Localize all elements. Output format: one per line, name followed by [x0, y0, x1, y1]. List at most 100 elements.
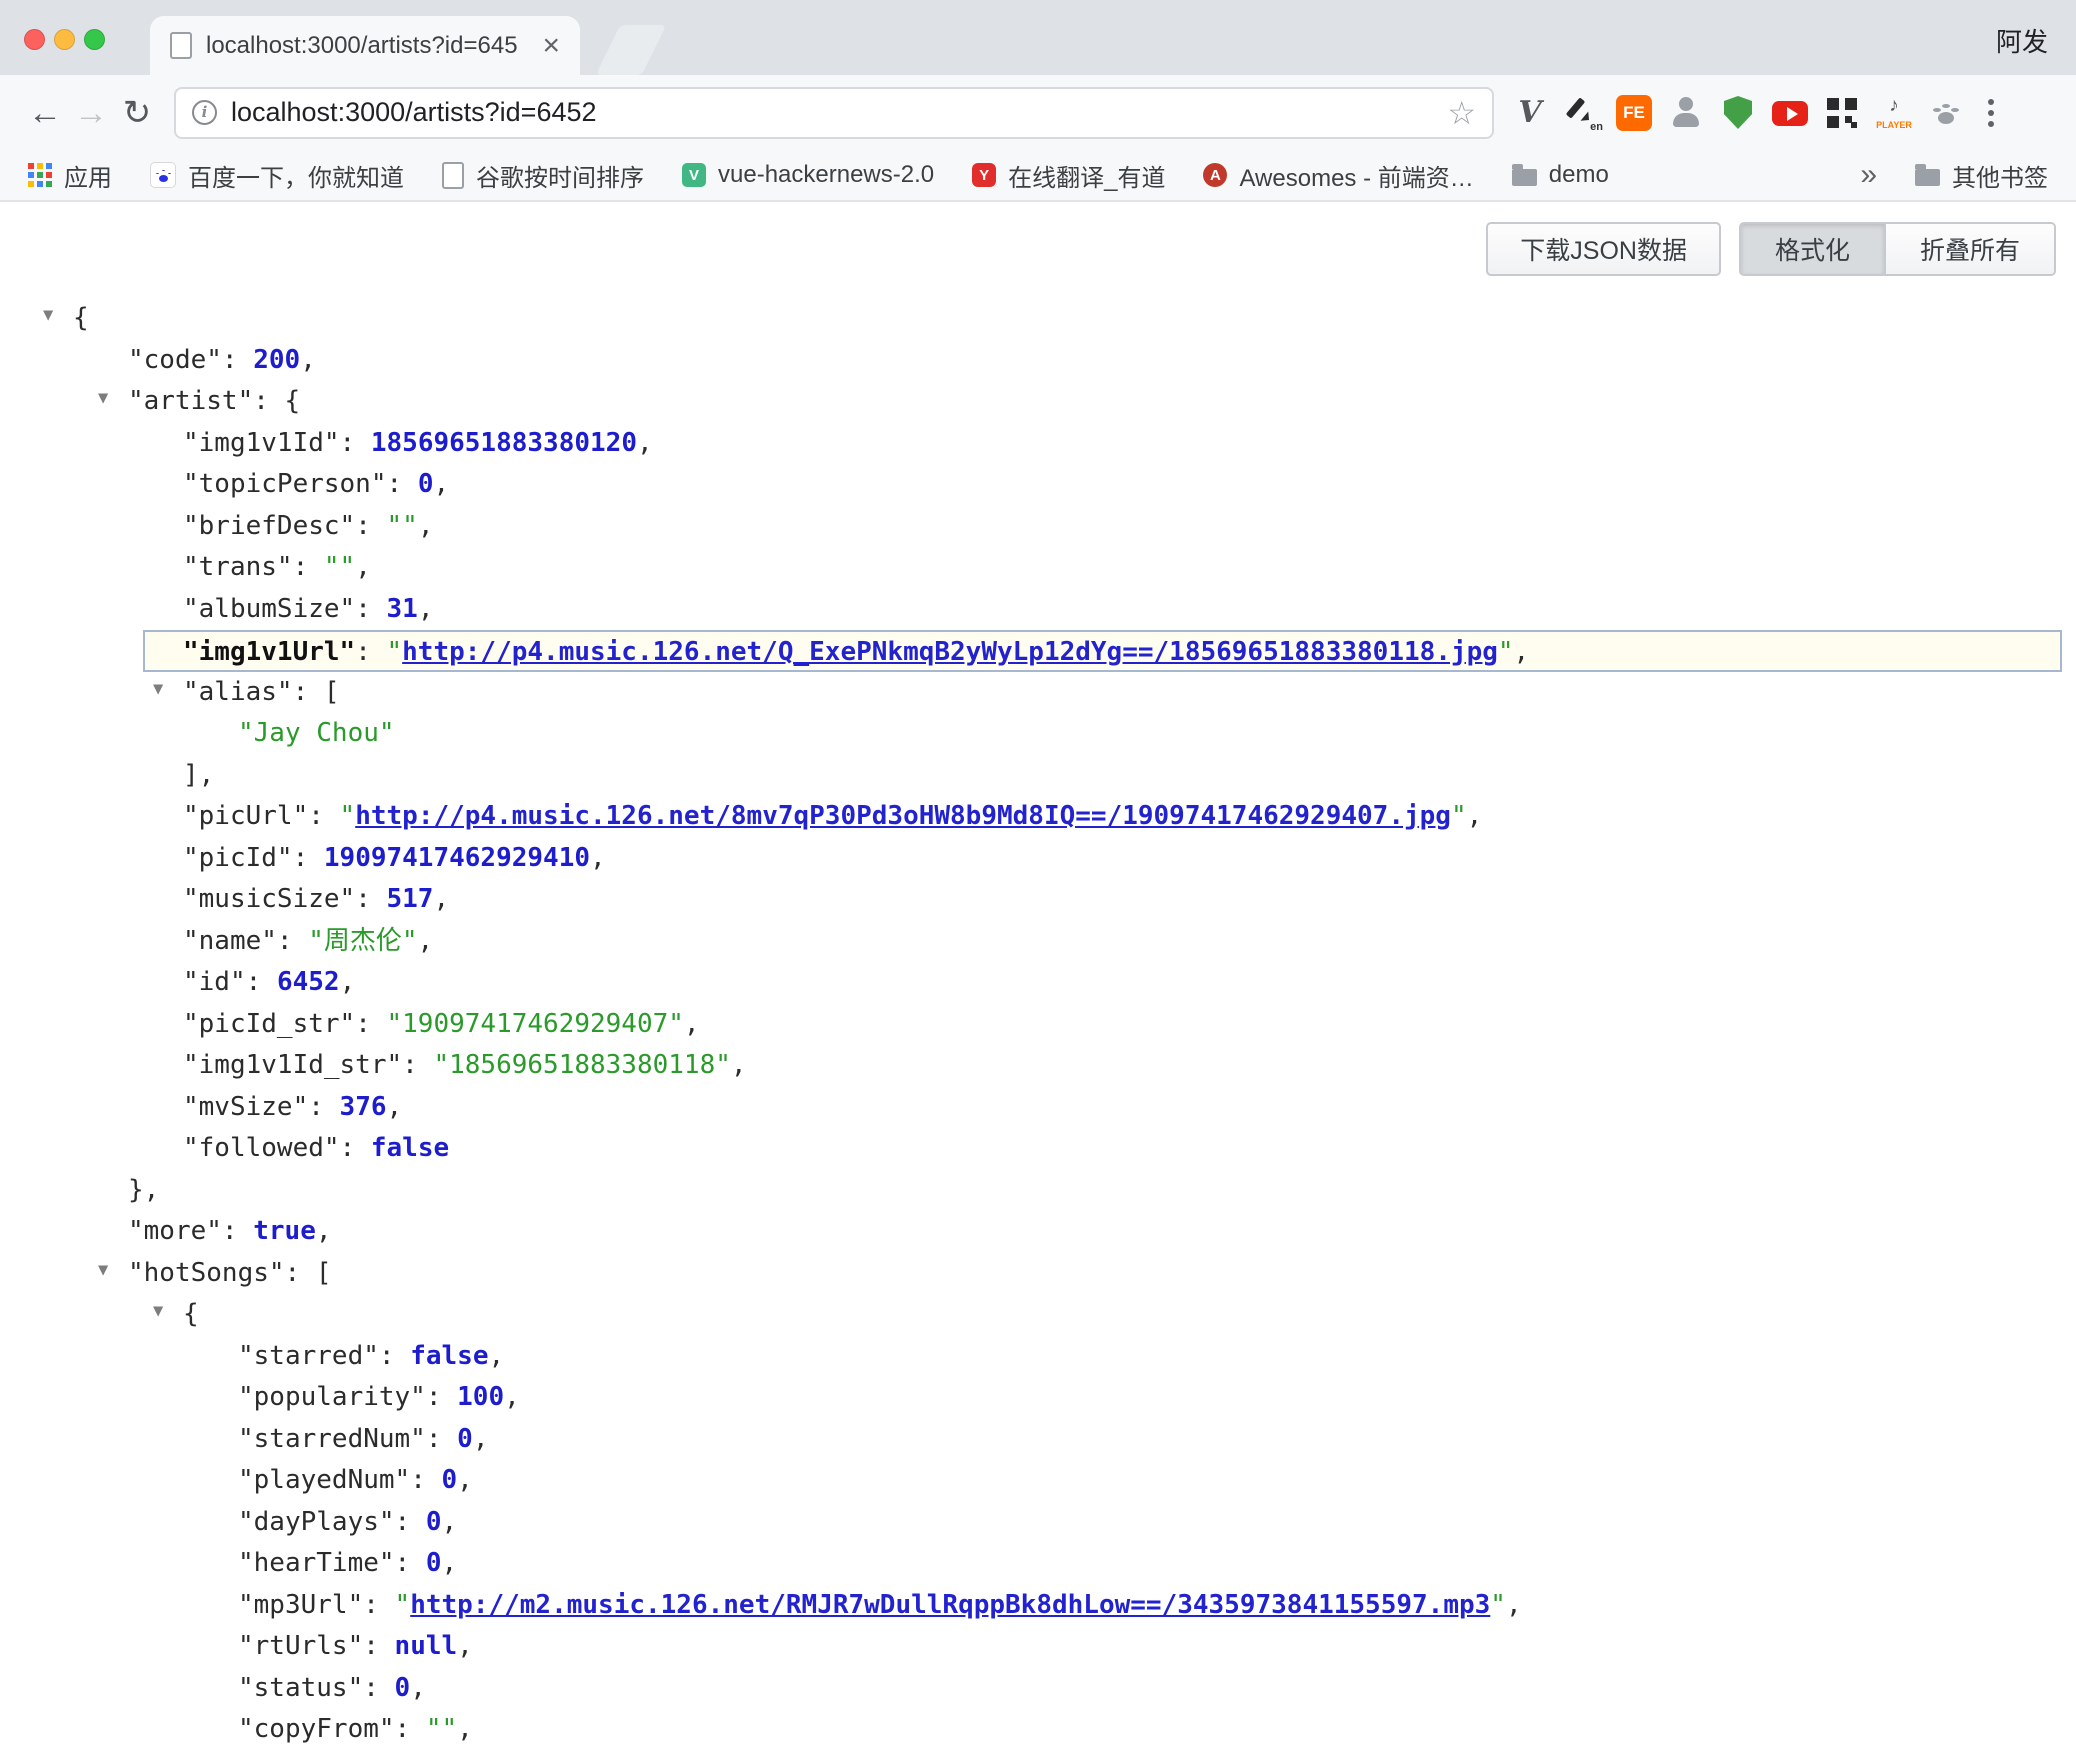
- bookmark-item[interactable]: Vvue-hackernews-2.0: [682, 161, 934, 189]
- json-token: :: [308, 801, 339, 831]
- json-token: :: [253, 386, 284, 416]
- json-token: ,: [637, 428, 653, 458]
- json-line: "code": 200,: [0, 340, 2076, 382]
- bookmark-item[interactable]: demo: [1512, 161, 1609, 189]
- page-info-icon[interactable]: i: [192, 100, 217, 125]
- shield-icon[interactable]: [1720, 95, 1756, 131]
- json-line: "Jay Chou": [0, 713, 2076, 755]
- json-token: :: [395, 1548, 426, 1578]
- qrcode-icon[interactable]: [1824, 95, 1860, 131]
- json-token: :: [293, 552, 324, 582]
- collapse-all-button[interactable]: 折叠所有: [1884, 224, 2054, 274]
- json-url-link[interactable]: http://p4.music.126.net/Q_ExePNkmqB2yWyL…: [402, 637, 1498, 667]
- json-token: 0: [395, 1673, 411, 1703]
- close-window-button[interactable]: [24, 29, 45, 50]
- person-icon[interactable]: [1668, 95, 1704, 131]
- translate-pen-icon[interactable]: en: [1564, 95, 1600, 131]
- json-line: "briefDesc": "",: [0, 506, 2076, 548]
- json-token: ": [1451, 801, 1467, 831]
- vue-icon: V: [682, 163, 706, 187]
- json-token: 517: [387, 884, 434, 914]
- youtube-icon[interactable]: [1772, 95, 1808, 131]
- browser-menu-icon[interactable]: [1976, 95, 2006, 131]
- forward-button[interactable]: →: [68, 96, 114, 130]
- json-token: :: [355, 594, 386, 624]
- vimium-icon[interactable]: V: [1512, 95, 1548, 131]
- minimize-window-button[interactable]: [54, 29, 75, 50]
- json-token: ,: [433, 884, 449, 914]
- bookmarks-overflow-icon[interactable]: »: [1860, 158, 1877, 192]
- address-input[interactable]: localhost:3000/artists?id=6452: [231, 97, 1447, 128]
- json-line: "starred": false,: [0, 1336, 2076, 1378]
- json-token: ": [395, 1590, 411, 1620]
- extension-icons: Ven FE PLAYER: [1512, 95, 1964, 131]
- collapse-toggle-icon[interactable]: ▼: [98, 1262, 108, 1279]
- bookmark-item[interactable]: AAwesomes - 前端资…: [1203, 158, 1473, 193]
- profile-name[interactable]: 阿发: [1996, 22, 2048, 59]
- back-button[interactable]: ←: [22, 96, 68, 130]
- json-token: ,: [418, 926, 434, 956]
- collapse-toggle-icon[interactable]: ▼: [98, 390, 108, 407]
- json-token: ,: [684, 1009, 700, 1039]
- bookmark-item[interactable]: 应用: [28, 158, 112, 193]
- json-token: ,: [442, 1507, 458, 1537]
- json-line: ▼{: [0, 1294, 2076, 1336]
- player-icon-caption: PLAYER: [1876, 121, 1912, 130]
- collapse-toggle-icon[interactable]: ▼: [153, 1303, 163, 1320]
- json-token: ,: [1467, 801, 1483, 831]
- bookmark-star-icon[interactable]: ☆: [1447, 97, 1476, 129]
- bookmark-item[interactable]: 百度一下，你就知道: [150, 158, 404, 193]
- json-token: "starred": [238, 1341, 379, 1371]
- other-bookmarks-button[interactable]: 其他书签: [1915, 158, 2048, 193]
- new-tab-button[interactable]: [596, 25, 666, 75]
- json-token: :: [379, 1341, 410, 1371]
- player-icon[interactable]: PLAYER: [1876, 95, 1912, 131]
- json-token: :: [222, 345, 253, 375]
- reload-button[interactable]: ↻: [114, 96, 160, 130]
- address-bar[interactable]: i localhost:3000/artists?id=6452 ☆: [174, 87, 1494, 139]
- tab-close-icon[interactable]: ×: [542, 31, 560, 61]
- browser-tab[interactable]: localhost:3000/artists?id=645 ×: [150, 16, 580, 75]
- collapse-toggle-icon[interactable]: ▼: [43, 307, 53, 324]
- json-line-selected: "img1v1Url": "http://p4.music.126.net/Q_…: [143, 630, 2062, 672]
- paw-icon[interactable]: [1928, 95, 1964, 131]
- format-button[interactable]: 格式化: [1741, 224, 1884, 274]
- page-content: 下载JSON数据 格式化 折叠所有 ▼{"code": 200,▼"artist…: [0, 202, 2076, 1752]
- json-token: ,: [316, 1216, 332, 1246]
- fe-icon-glyph: FE: [1623, 104, 1645, 121]
- json-url-link[interactable]: http://p4.music.126.net/8mv7qP30Pd3oHW8b…: [355, 801, 1451, 831]
- json-token: ,: [457, 1714, 473, 1744]
- download-json-button[interactable]: 下载JSON数据: [1486, 222, 1721, 276]
- json-token: ,: [418, 511, 434, 541]
- json-token: ,: [355, 552, 371, 582]
- json-line: "popularity": 100,: [0, 1377, 2076, 1419]
- json-token: 0: [457, 1424, 473, 1454]
- json-token: "status": [238, 1673, 363, 1703]
- json-line: "trans": "",: [0, 547, 2076, 589]
- json-token: ,: [504, 1382, 520, 1412]
- other-bookmarks-label: 其他书签: [1952, 158, 2048, 193]
- bookmark-item[interactable]: Y在线翻译_有道: [972, 158, 1165, 193]
- json-line: "copyFrom": "",: [0, 1709, 2076, 1751]
- json-line: ▼"hotSongs": [: [0, 1253, 2076, 1295]
- json-token: :: [402, 1050, 433, 1080]
- json-token: 376: [340, 1092, 387, 1122]
- json-token: ,: [433, 469, 449, 499]
- fe-icon[interactable]: FE: [1616, 95, 1652, 131]
- json-token: ],: [183, 760, 214, 790]
- json-token: "copyFrom": [238, 1714, 395, 1744]
- json-token: ": [340, 801, 356, 831]
- collapse-toggle-icon[interactable]: ▼: [153, 681, 163, 698]
- json-token: "briefDesc": [183, 511, 355, 541]
- json-line: "picId": 19097417462929410,: [0, 838, 2076, 880]
- json-token: "name": [183, 926, 277, 956]
- json-line: "id": 6452,: [0, 962, 2076, 1004]
- json-url-link[interactable]: http://m2.music.126.net/RMJR7wDullRqppBk…: [410, 1590, 1490, 1620]
- json-token: "starredNum": [238, 1424, 426, 1454]
- json-token: "topicPerson": [183, 469, 387, 499]
- bookmark-item[interactable]: 谷歌按时间排序: [442, 158, 644, 193]
- json-line: "musicSize": 517,: [0, 879, 2076, 921]
- json-token: "mp3Url": [238, 1590, 363, 1620]
- zoom-window-button[interactable]: [84, 29, 105, 50]
- bookmark-label: 应用: [64, 158, 112, 193]
